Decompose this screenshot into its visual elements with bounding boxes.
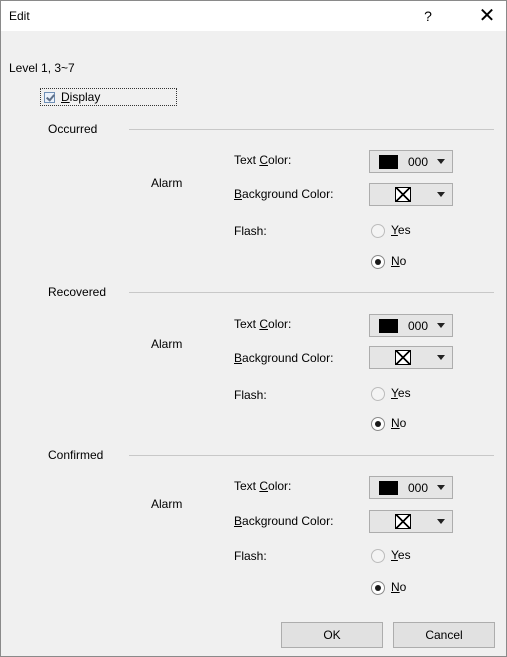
text-color-label: Text Color: bbox=[234, 479, 292, 493]
help-button[interactable]: ? bbox=[417, 5, 439, 27]
text-color-label: Text Color: bbox=[234, 153, 292, 167]
flash-no-label: No bbox=[391, 254, 407, 268]
color-swatch bbox=[379, 319, 398, 333]
flash-no-radio[interactable] bbox=[371, 417, 385, 431]
flash-yes-radio[interactable] bbox=[371, 387, 385, 401]
flash-yes-label: Yes bbox=[391, 548, 411, 562]
flash-yes-radio[interactable] bbox=[371, 549, 385, 563]
background-color-dropdown[interactable] bbox=[369, 346, 453, 369]
text-color-label: Text Color: bbox=[234, 317, 292, 331]
background-color-dropdown[interactable] bbox=[369, 510, 453, 533]
background-color-label: Background Color: bbox=[234, 351, 334, 365]
alarm-label: Alarm bbox=[151, 337, 183, 351]
display-checkbox-label: Display bbox=[61, 90, 101, 104]
flash-label: Flash: bbox=[234, 388, 267, 402]
text-color-dropdown[interactable]: 000 bbox=[369, 476, 453, 499]
chevron-down-icon bbox=[437, 323, 445, 328]
text-color-value: 000 bbox=[408, 155, 429, 169]
alarm-label: Alarm bbox=[151, 497, 183, 511]
cancel-button[interactable]: Cancel bbox=[393, 622, 495, 648]
color-swatch bbox=[379, 155, 398, 169]
color-swatch bbox=[379, 481, 398, 495]
title-bar: Edit ? ✕ bbox=[1, 1, 506, 31]
chevron-down-icon bbox=[437, 192, 445, 197]
flash-no-label: No bbox=[391, 580, 407, 594]
window-title: Edit bbox=[9, 9, 30, 23]
level-label: Level 1, 3~7 bbox=[9, 61, 75, 75]
chevron-down-icon bbox=[437, 485, 445, 490]
background-color-label: Background Color: bbox=[234, 187, 334, 201]
text-color-value: 000 bbox=[408, 481, 429, 495]
edit-dialog: Edit ? ✕ Level 1, 3~7 Display Occurred A… bbox=[0, 0, 507, 657]
display-checkbox-box[interactable] bbox=[44, 92, 55, 103]
section-title-confirmed: Confirmed bbox=[48, 448, 104, 462]
section-divider bbox=[129, 292, 494, 293]
section-divider bbox=[129, 129, 494, 130]
no-color-icon bbox=[395, 514, 411, 529]
chevron-down-icon bbox=[437, 159, 445, 164]
background-color-label: Background Color: bbox=[234, 514, 334, 528]
flash-yes-radio[interactable] bbox=[371, 224, 385, 238]
ok-button[interactable]: OK bbox=[281, 622, 383, 648]
text-color-dropdown[interactable]: 000 bbox=[369, 314, 453, 337]
no-color-icon bbox=[395, 187, 411, 202]
section-divider bbox=[129, 455, 494, 456]
background-color-dropdown[interactable] bbox=[369, 183, 453, 206]
flash-label: Flash: bbox=[234, 549, 267, 563]
section-title-recovered: Recovered bbox=[48, 285, 107, 299]
flash-yes-label: Yes bbox=[391, 223, 411, 237]
text-color-value: 000 bbox=[408, 319, 429, 333]
flash-label: Flash: bbox=[234, 224, 267, 238]
section-title-occurred: Occurred bbox=[48, 122, 98, 136]
alarm-label: Alarm bbox=[151, 176, 183, 190]
chevron-down-icon bbox=[437, 355, 445, 360]
flash-no-radio[interactable] bbox=[371, 255, 385, 269]
flash-no-label: No bbox=[391, 416, 407, 430]
flash-yes-label: Yes bbox=[391, 386, 411, 400]
chevron-down-icon bbox=[437, 519, 445, 524]
no-color-icon bbox=[395, 350, 411, 365]
display-checkbox[interactable]: Display bbox=[40, 88, 177, 106]
close-button[interactable]: ✕ bbox=[475, 5, 499, 27]
text-color-dropdown[interactable]: 000 bbox=[369, 150, 453, 173]
flash-no-radio[interactable] bbox=[371, 581, 385, 595]
